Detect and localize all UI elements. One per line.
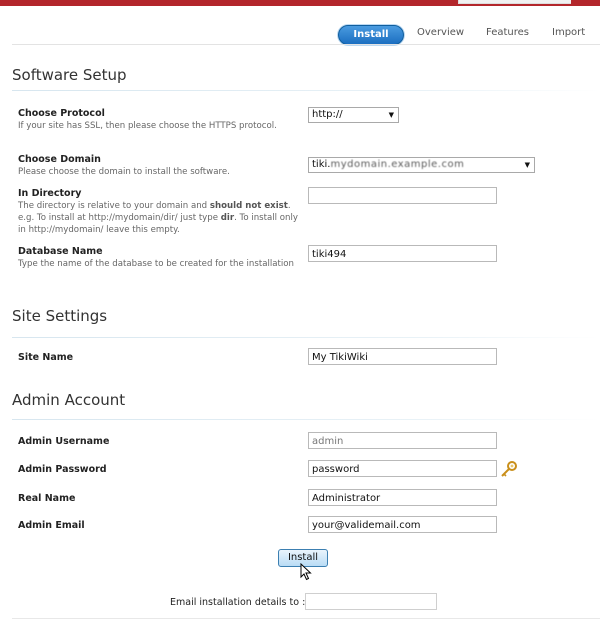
chevron-down-icon: ▼ — [524, 161, 530, 169]
admin-email-input[interactable]: your@validemail.com — [308, 516, 497, 533]
email-details-input[interactable] — [305, 593, 437, 610]
key-icon[interactable] — [500, 460, 518, 478]
software-setup-heading: Software Setup — [12, 66, 127, 84]
protocol-description: If your site has SSL, then please choose… — [18, 121, 277, 131]
tab-features[interactable]: Features — [486, 27, 529, 38]
admin-account-heading: Admin Account — [12, 391, 126, 409]
site-name-label: Site Name — [18, 352, 74, 363]
database-name-input[interactable]: tiki494 — [308, 245, 497, 262]
admin-username-input[interactable]: admin — [308, 432, 497, 449]
admin-email-label: Admin Email — [18, 520, 85, 531]
admin-username-label: Admin Username — [18, 436, 110, 447]
directory-label: In Directory — [18, 188, 82, 199]
real-name-label: Real Name — [18, 493, 76, 504]
domain-select-value-blurred: mydomain.example.com — [330, 159, 465, 170]
protocol-select[interactable]: http:// ▼ — [308, 107, 399, 123]
real-name-input[interactable]: Administrator — [308, 489, 497, 506]
tab-import[interactable]: Import — [552, 27, 585, 38]
protocol-label: Choose Protocol — [18, 108, 105, 119]
database-name-label: Database Name — [18, 246, 103, 257]
bottom-divider — [12, 618, 600, 619]
section-divider — [12, 419, 600, 420]
site-name-input[interactable]: My TikiWiki — [308, 348, 497, 365]
section-divider — [12, 90, 600, 91]
tabs-divider — [12, 44, 600, 45]
domain-select[interactable]: tiki.mydomain.example.com ▼ — [308, 157, 535, 173]
database-name-description: Type the name of the database to be crea… — [18, 259, 294, 269]
protocol-select-value: http:// — [312, 109, 343, 120]
directory-description: The directory is relative to your domain… — [18, 201, 298, 235]
tab-overview[interactable]: Overview — [417, 27, 464, 38]
section-divider — [12, 337, 600, 338]
domain-select-value: tiki. — [312, 159, 331, 170]
top-search-box[interactable] — [458, 0, 571, 4]
admin-password-input[interactable]: password — [308, 460, 497, 477]
site-settings-heading: Site Settings — [12, 307, 108, 325]
admin-password-label: Admin Password — [18, 464, 107, 475]
tab-install[interactable]: Install — [338, 25, 404, 45]
email-details-label: Email installation details to : — [170, 597, 306, 608]
mouse-cursor-icon — [300, 563, 312, 581]
domain-description: Please choose the domain to install the … — [18, 167, 230, 177]
directory-input[interactable] — [308, 187, 497, 204]
chevron-down-icon: ▼ — [388, 111, 394, 119]
domain-label: Choose Domain — [18, 154, 101, 165]
